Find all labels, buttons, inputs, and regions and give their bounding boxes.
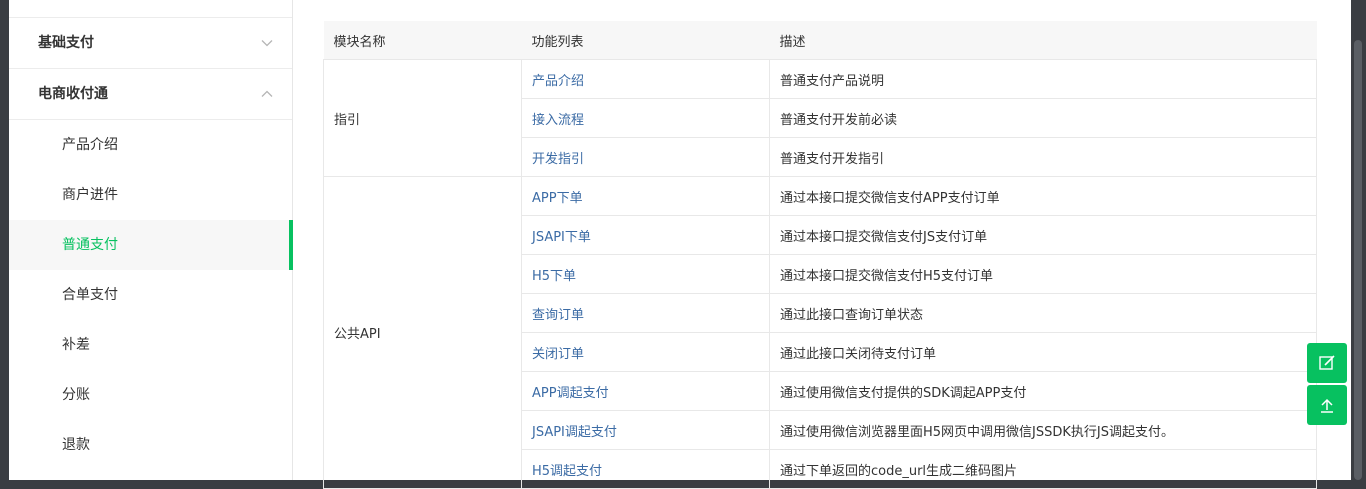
feature-link[interactable]: 关闭订单 [521,332,770,372]
description-cell: 普通支付开发前必读 [769,98,1317,138]
description-cell: 通过此接口查询订单状态 [769,293,1317,333]
description-cell: 通过本接口提交微信支付APP支付订单 [769,176,1317,216]
feature-link[interactable]: APP下单 [521,176,770,216]
feature-link[interactable]: APP调起支付 [521,371,770,411]
page-scrollbar[interactable] [1351,0,1366,480]
sidebar-top-spacer [9,0,292,18]
sidebar-item-subsidy[interactable]: 补差 [9,320,292,370]
chevron-up-icon [261,90,273,97]
description-cell: 通过使用微信浏览器里面H5网页中调用微信JSSDK执行JS调起支付。 [769,410,1317,450]
module-cell: 指引 [323,59,522,177]
back-to-top-icon [1321,398,1333,413]
sidebar-item-label: 合单支付 [62,287,118,303]
column-header-feature: 功能列表 [521,21,770,60]
sidebar-item-label: 商户进件 [62,187,118,203]
feature-link[interactable]: 接入流程 [521,98,770,138]
sidebar-group-label: 电商收付通 [38,86,108,102]
sidebar-item-normal-payment[interactable]: 普通支付 [9,220,293,270]
feature-link[interactable]: 开发指引 [521,137,770,177]
description-cell: 通过此接口关闭待支付订单 [769,332,1317,372]
table-row: 指引 产品介绍 普通支付产品说明 [323,59,1317,177]
edit-icon [1319,355,1335,370]
feature-link[interactable]: 查询订单 [521,293,770,333]
feature-link[interactable]: H5调起支付 [521,449,770,489]
sidebar-item-product-intro[interactable]: 产品介绍 [9,120,292,170]
sidebar-item-label: 普通支付 [62,237,118,253]
sidebar-item-label: 退款 [62,437,90,453]
description-cell: 通过使用微信支付提供的SDK调起APP支付 [769,371,1317,411]
sidebar-group-basic-payment[interactable]: 基础支付 [9,18,292,69]
sidebar-item-refund[interactable]: 退款 [9,420,292,470]
column-header-module: 模块名称 [323,21,522,60]
description-cell: 通过下单返回的code_url生成二维码图片 [769,449,1317,489]
sidebar-item-merchant-onboarding[interactable]: 商户进件 [9,170,292,220]
table-row: 公共API APP下单 通过本接口提交微信支付APP支付订单 [323,176,1317,489]
sidebar-item-label: 补差 [62,337,90,353]
table-header-row: 模块名称 功能列表 描述 [323,21,1317,60]
column-header-description: 描述 [769,21,1317,60]
feature-link[interactable]: 产品介绍 [521,59,770,99]
edit-button[interactable] [1307,343,1347,383]
sidebar-item-combined-payment[interactable]: 合单支付 [9,270,292,320]
feature-link[interactable]: H5下单 [521,254,770,294]
description-cell: 普通支付产品说明 [769,59,1317,99]
feature-link[interactable]: JSAPI调起支付 [521,410,770,450]
feature-link[interactable]: JSAPI下单 [521,215,770,255]
description-cell: 通过本接口提交微信支付JS支付订单 [769,215,1317,255]
scrollbar-thumb[interactable] [1354,40,1362,480]
sidebar: 基础支付 电商收付通 产品介绍 商户进件 普通支付 合单支付 补差 分账 退款 [9,0,293,480]
sidebar-group-label: 基础支付 [38,35,94,51]
description-cell: 普通支付开发指引 [769,137,1317,177]
sidebar-item-profit-sharing[interactable]: 分账 [9,370,292,420]
module-cell: 公共API [323,176,522,489]
api-table: 模块名称 功能列表 描述 指引 产品介绍 普通支付产品说明 接入流程 普通支付开… [323,21,1317,489]
sidebar-item-label: 产品介绍 [62,137,118,153]
sidebar-item-label: 分账 [62,387,90,403]
chevron-down-icon [261,40,273,47]
description-cell: 通过本接口提交微信支付H5支付订单 [769,254,1317,294]
back-to-top-button[interactable] [1307,385,1347,425]
main-content: 模块名称 功能列表 描述 指引 产品介绍 普通支付产品说明 接入流程 普通支付开… [293,0,1351,489]
sidebar-group-ecommerce[interactable]: 电商收付通 [9,69,292,120]
